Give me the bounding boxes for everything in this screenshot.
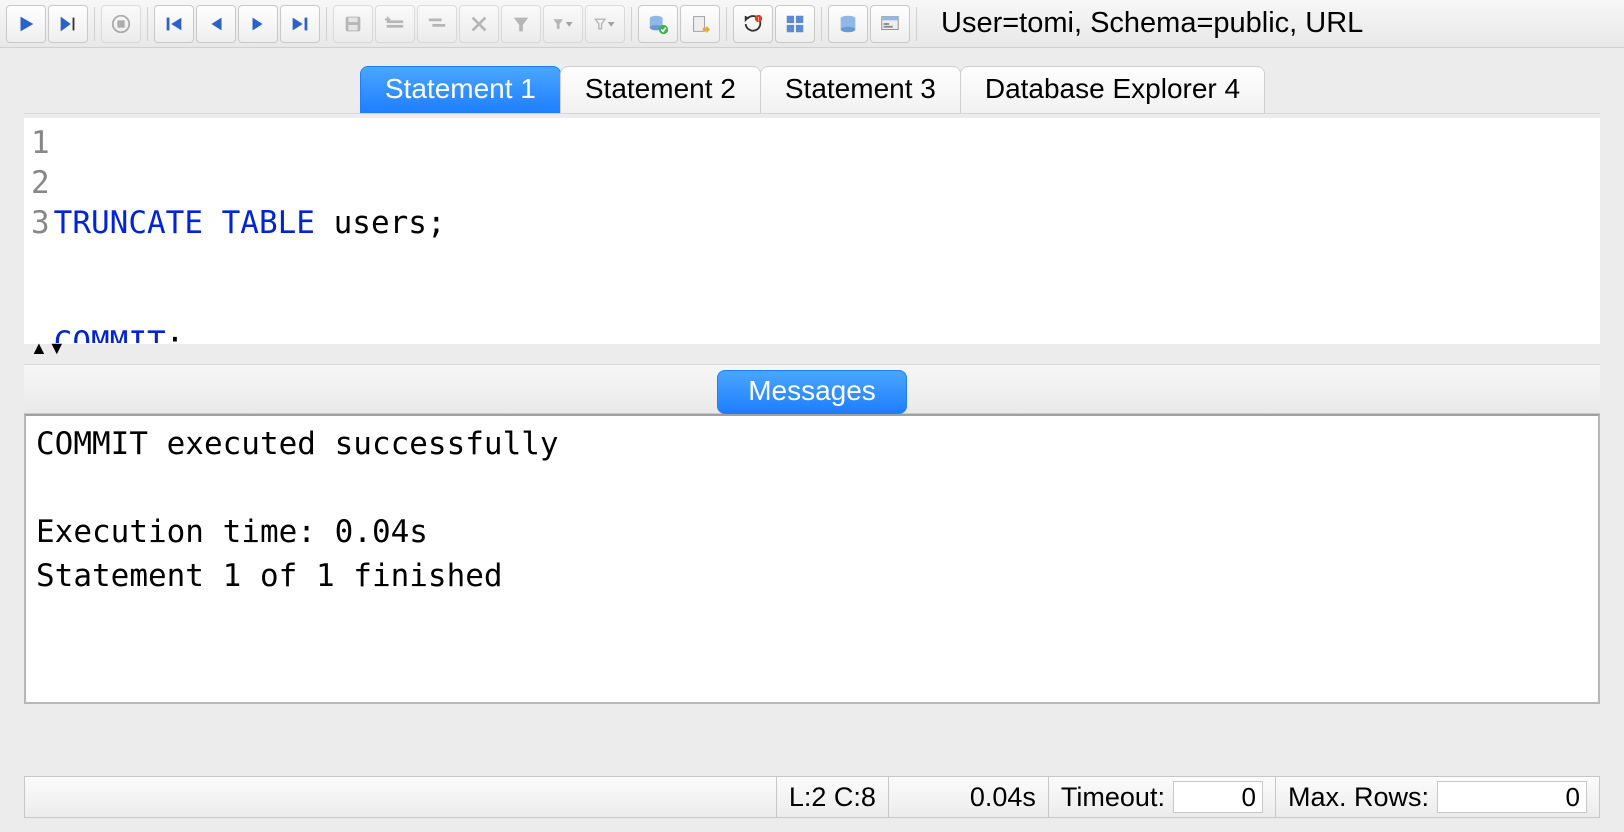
tabs-row: Statement 1 Statement 2 Statement 3 Data…: [0, 66, 1624, 113]
timeout-input[interactable]: [1173, 781, 1263, 813]
window-list-icon: [879, 13, 901, 35]
filter-button[interactable]: [501, 5, 541, 43]
tab-statement-2[interactable]: Statement 2: [560, 66, 761, 113]
save-icon: [342, 13, 364, 35]
stop-button[interactable]: [101, 5, 141, 43]
filter-dropdown-icon: [552, 13, 574, 35]
run-current-button[interactable]: [48, 5, 88, 43]
db-explorer-button[interactable]: [828, 5, 868, 43]
database-icon: [837, 13, 859, 35]
tab-statement-1[interactable]: Statement 1: [360, 66, 561, 113]
filter-clear-icon: [594, 13, 616, 35]
duplicate-row-icon: [426, 13, 448, 35]
toolbar-separator: [821, 7, 822, 41]
commit-button[interactable]: [638, 5, 678, 43]
delete-icon: [468, 13, 490, 35]
sql-editor[interactable]: 1 2 3 TRUNCATE TABLE users; COMMIT;: [24, 118, 1600, 344]
code-line: TRUNCATE TABLE users;: [54, 203, 446, 243]
first-record-button[interactable]: [154, 5, 194, 43]
line-number: 1: [31, 123, 50, 163]
window-list-button[interactable]: [870, 5, 910, 43]
prev-icon: [205, 13, 227, 35]
status-spacer: [25, 777, 777, 817]
line-gutter: 1 2 3: [25, 119, 52, 343]
connection-status: User=tomi, Schema=public, URL: [941, 7, 1363, 40]
save-button[interactable]: [333, 5, 373, 43]
cursor-position: L:2 C:8: [777, 777, 889, 817]
last-record-button[interactable]: [280, 5, 320, 43]
rollback-button[interactable]: [680, 5, 720, 43]
first-icon: [163, 13, 185, 35]
timeout-label: Timeout:: [1061, 782, 1165, 813]
timeout-cell: Timeout:: [1049, 777, 1276, 817]
tab-database-explorer[interactable]: Database Explorer 4: [960, 66, 1265, 113]
toolbar: ! User=tomi, Schema=public, URL: [0, 0, 1624, 48]
status-bar: L:2 C:8 0.04s Timeout: Max. Rows:: [24, 776, 1600, 818]
prev-record-button[interactable]: [196, 5, 236, 43]
next-record-button[interactable]: [238, 5, 278, 43]
tab-statement-3[interactable]: Statement 3: [760, 66, 961, 113]
maxrows-label: Max. Rows:: [1288, 782, 1429, 813]
stop-icon: [110, 13, 132, 35]
splitter-handle[interactable]: ▲▼: [24, 344, 1600, 358]
messages-panel[interactable]: COMMIT executed successfully Execution t…: [24, 414, 1600, 704]
toolbar-separator: [631, 7, 632, 41]
delete-row-button[interactable]: [459, 5, 499, 43]
tabs-divider: [24, 113, 1600, 114]
toolbar-separator: [916, 7, 917, 41]
autocommit-toggle[interactable]: !: [733, 5, 773, 43]
play-icon: [15, 13, 37, 35]
last-icon: [289, 13, 311, 35]
toolbar-separator: [726, 7, 727, 41]
maxrows-input[interactable]: [1437, 781, 1587, 813]
line-number: 3: [31, 203, 50, 243]
db-rollback-icon: [689, 13, 711, 35]
grid-icon: [784, 13, 806, 35]
play-cursor-icon: [57, 13, 79, 35]
maxrows-cell: Max. Rows:: [1276, 777, 1599, 817]
insert-row-button[interactable]: [375, 5, 415, 43]
results-tab-row: Messages: [24, 364, 1600, 414]
filter-clear-button[interactable]: [585, 5, 625, 43]
line-number: 2: [31, 163, 50, 203]
autocommit-icon: !: [742, 13, 764, 35]
next-icon: [247, 13, 269, 35]
toolbar-separator: [147, 7, 148, 41]
run-button[interactable]: [6, 5, 46, 43]
duplicate-row-button[interactable]: [417, 5, 457, 43]
exec-time: 0.04s: [889, 777, 1049, 817]
filter-icon: [510, 13, 532, 35]
toolbar-separator: [326, 7, 327, 41]
insert-row-icon: [384, 13, 406, 35]
db-commit-icon: [647, 13, 669, 35]
code-line: COMMIT;: [54, 323, 446, 344]
show-objects-button[interactable]: [775, 5, 815, 43]
filter-drop-button[interactable]: [543, 5, 583, 43]
tab-messages[interactable]: Messages: [717, 370, 907, 414]
toolbar-separator: [94, 7, 95, 41]
svg-text:!: !: [758, 16, 760, 23]
code-area[interactable]: TRUNCATE TABLE users; COMMIT;: [52, 119, 446, 343]
